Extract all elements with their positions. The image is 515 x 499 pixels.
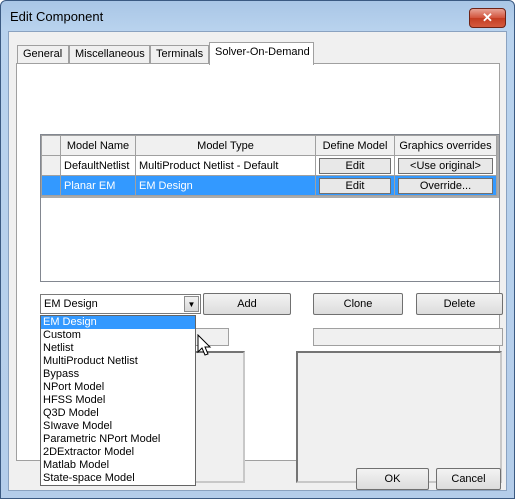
tab-general[interactable]: General — [17, 45, 69, 64]
model-name-cell[interactable]: DefaultNetlist — [60, 155, 136, 176]
tab-miscellaneous[interactable]: Miscellaneous — [69, 45, 150, 64]
column-header-graphics-overrides[interactable]: Graphics overrides — [394, 135, 497, 156]
edit-model-button[interactable]: Edit — [319, 177, 391, 194]
add-button[interactable]: Add — [203, 293, 291, 315]
model-type-select[interactable]: EM Design ▼ — [40, 294, 201, 314]
delete-button[interactable]: Delete — [416, 293, 503, 315]
table-row[interactable]: DefaultNetlist MultiProduct Netlist - De… — [41, 155, 497, 176]
dropdown-option[interactable]: EM Design — [41, 316, 195, 329]
dropdown-option[interactable]: Parametric NPort Model — [41, 433, 195, 446]
empty-grid-area — [41, 198, 499, 281]
table-row-selected[interactable]: Planar EM EM Design Edit Override... — [41, 175, 497, 196]
table-header-row: Model Name Model Type Define Model Graph… — [41, 135, 497, 156]
dropdown-option[interactable]: Custom — [41, 329, 195, 342]
column-header-model-type[interactable]: Model Type — [135, 135, 316, 156]
model-type-dropdown-list[interactable]: EM Design Custom Netlist MultiProduct Ne… — [40, 315, 196, 486]
close-button[interactable]: ✕ — [469, 8, 506, 28]
graphics-override-cell: <Use original> — [394, 155, 497, 176]
edit-component-dialog: Edit Component ✕ General Miscellaneous T… — [0, 0, 515, 499]
dropdown-option[interactable]: Bypass — [41, 368, 195, 381]
use-original-button[interactable]: <Use original> — [398, 157, 493, 174]
models-grid: Model Name Model Type Define Model Graph… — [40, 134, 500, 282]
solver-on-demand-page: Model Name Model Type Define Model Graph… — [16, 63, 503, 486]
title-bar[interactable]: Edit Component ✕ — [1, 1, 514, 31]
dropdown-option[interactable]: Matlab Model — [41, 459, 195, 472]
dropdown-option[interactable]: MultiProduct Netlist — [41, 355, 195, 368]
models-table: Model Name Model Type Define Model Graph… — [41, 135, 497, 196]
dropdown-option[interactable]: SIwave Model — [41, 420, 195, 433]
define-model-cell: Edit — [315, 175, 395, 196]
tab-solver-on-demand[interactable]: Solver-On-Demand — [209, 42, 314, 65]
tab-terminals[interactable]: Terminals — [150, 45, 209, 64]
column-header-define-model[interactable]: Define Model — [315, 135, 395, 156]
ok-button[interactable]: OK — [356, 468, 429, 490]
dropdown-option[interactable]: Q3D Model — [41, 407, 195, 420]
graphics-override-cell: Override... — [394, 175, 497, 196]
window-title: Edit Component — [10, 9, 104, 24]
override-button[interactable]: Override... — [398, 177, 493, 194]
dropdown-option[interactable]: Netlist — [41, 342, 195, 355]
model-type-cell[interactable]: MultiProduct Netlist - Default — [135, 155, 316, 176]
model-type-cell[interactable]: EM Design — [135, 175, 316, 196]
dialog-body: General Miscellaneous Terminals Solver-O… — [8, 31, 507, 491]
edit-model-button[interactable]: Edit — [319, 157, 391, 174]
dropdown-option[interactable]: NPort Model — [41, 381, 195, 394]
clone-button[interactable]: Clone — [313, 293, 403, 315]
model-name-cell[interactable]: Planar EM — [60, 175, 136, 196]
row-header[interactable] — [41, 175, 61, 196]
dropdown-option[interactable]: HFSS Model — [41, 394, 195, 407]
mouse-pointer-icon — [197, 334, 212, 356]
right-name-field[interactable] — [313, 328, 503, 346]
define-model-cell: Edit — [315, 155, 395, 176]
model-type-select-value: EM Design — [44, 298, 98, 310]
chevron-down-icon[interactable]: ▼ — [184, 296, 199, 312]
column-header-model-name[interactable]: Model Name — [60, 135, 136, 156]
row-header-corner — [41, 135, 61, 156]
row-header[interactable] — [41, 155, 61, 176]
cancel-button[interactable]: Cancel — [436, 468, 501, 490]
dropdown-option[interactable]: 2DExtractor Model — [41, 446, 195, 459]
right-preview-panel — [296, 351, 502, 483]
dropdown-option[interactable]: State-space Model — [41, 472, 195, 485]
